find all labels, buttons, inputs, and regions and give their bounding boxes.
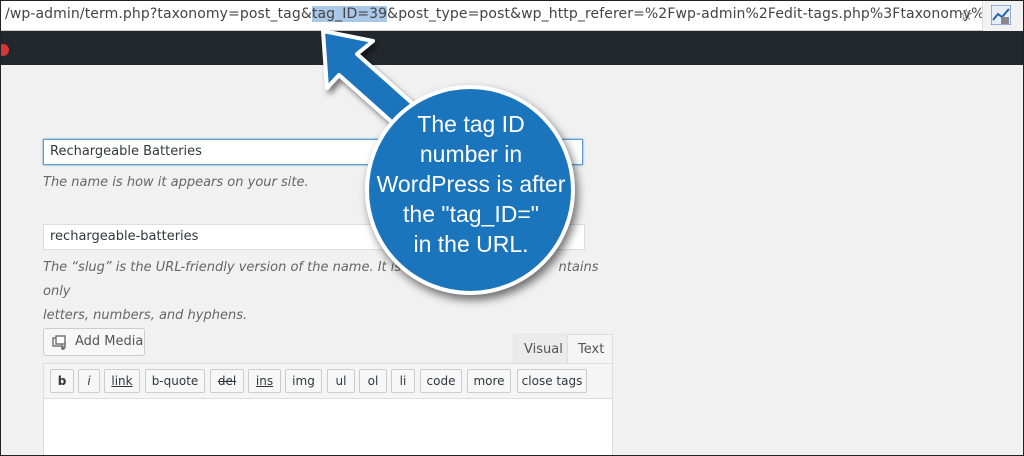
callout-line: WordPress is after [376,171,566,197]
callout-line: the "tag_ID=" [403,201,539,227]
callout-text: The tag ID number in WordPress is after … [359,109,583,259]
callout-line: The tag ID [417,111,525,137]
callout-line: number in [419,141,523,167]
callout-line: in the URL. [413,231,529,257]
screenshot-frame: /wp-admin/term.php?taxonomy=post_tag&tag… [0,0,1024,456]
